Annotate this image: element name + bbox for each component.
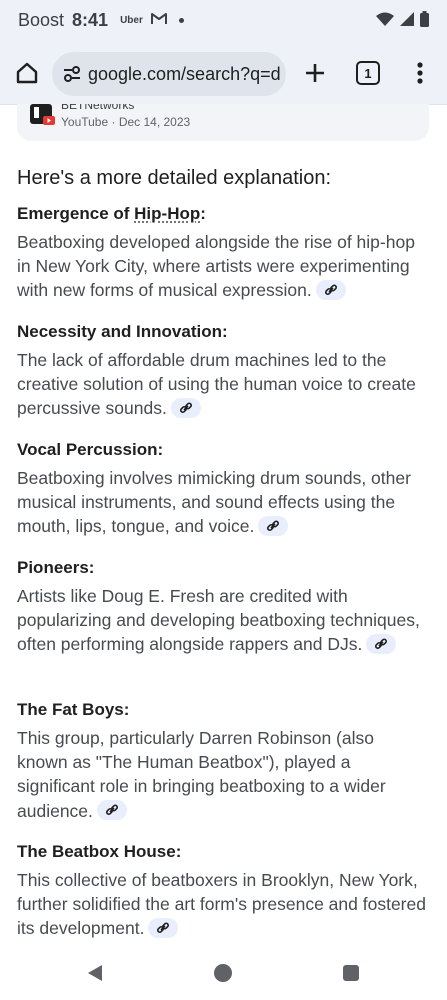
site-settings-icon[interactable] xyxy=(62,64,82,84)
dot-icon xyxy=(178,18,184,23)
section-title: The Beatbox House: xyxy=(17,842,182,861)
status-time: 8:41 xyxy=(72,10,109,30)
status-left: Boost 8:41 Uber xyxy=(18,10,184,31)
section-title: The Fat Boys: xyxy=(17,700,130,719)
section-body-text: Artists like Doug E. Fresh are credited … xyxy=(17,586,420,655)
section-body: Artists like Doug E. Fresh are credited … xyxy=(17,584,429,657)
section-body: The lack of affordable drum machines led… xyxy=(17,348,429,421)
recents-icon[interactable] xyxy=(343,965,359,981)
browser-toolbar: google.com/search?q=d 1 xyxy=(0,44,447,105)
signal-icon xyxy=(400,12,414,31)
new-tab-icon[interactable] xyxy=(300,58,330,88)
link-icon[interactable] xyxy=(96,799,127,820)
section-body-text: Beatboxing developed alongside the rise … xyxy=(17,232,415,301)
section-body-text: This group, particularly Darren Robinson… xyxy=(17,728,386,821)
url-text[interactable]: google.com/search?q=d xyxy=(88,64,281,85)
section-body: Beatboxing developed alongside the rise … xyxy=(17,230,429,303)
section-title: Vocal Percussion: xyxy=(17,440,164,459)
tab-count: 1 xyxy=(364,65,372,81)
youtube-channel-logo xyxy=(30,104,55,126)
tab-switcher-button[interactable]: 1 xyxy=(356,61,380,85)
link-icon[interactable] xyxy=(258,515,289,536)
section-body-text: Beatboxing involves mimicking drum sound… xyxy=(17,468,411,537)
intro-heading: Here's a more detailed explanation: xyxy=(17,167,332,189)
kebab-menu-icon[interactable] xyxy=(408,58,432,88)
link-icon[interactable] xyxy=(170,397,201,418)
battery-icon xyxy=(420,11,429,32)
source-card[interactable]: BETNetworks YouTube · Dec 14, 2023 xyxy=(17,104,429,141)
back-icon[interactable] xyxy=(86,964,104,982)
url-bar[interactable]: google.com/search?q=d xyxy=(52,52,286,96)
section-beatbox-house: The Beatbox House: This collective of be… xyxy=(17,840,429,941)
section-body-text: This collective of beatboxers in Brookly… xyxy=(17,870,426,939)
section-title-colon: : xyxy=(200,204,206,223)
uber-icon: Uber xyxy=(120,15,143,26)
source-name: BETNetworks xyxy=(61,104,135,112)
section-title-text: Emergence of xyxy=(17,204,135,223)
home-icon[interactable] xyxy=(12,58,42,88)
system-nav-bar xyxy=(0,944,447,1000)
ai-overview-content: Here's a more detailed explanation: xyxy=(17,164,429,192)
status-right xyxy=(376,11,429,32)
section-title: Emergence of Hip-Hop: xyxy=(17,202,429,226)
carrier-name: Boost xyxy=(18,10,65,30)
section-emergence: Emergence of Hip-Hop: Beatboxing develop… xyxy=(17,202,429,303)
section-title: Pioneers: xyxy=(17,558,95,577)
section-pioneers: Pioneers: Artists like Doug E. Fresh are… xyxy=(17,556,429,657)
gmail-icon xyxy=(150,12,167,29)
section-title: Necessity and Innovation: xyxy=(17,322,228,341)
section-body: Beatboxing involves mimicking drum sound… xyxy=(17,466,429,539)
link-icon[interactable] xyxy=(148,917,179,938)
section-vocal-percussion: Vocal Percussion: Beatboxing involves mi… xyxy=(17,438,429,539)
section-body-text: The lack of affordable drum machines led… xyxy=(17,350,416,419)
section-necessity: Necessity and Innovation: The lack of af… xyxy=(17,320,429,421)
section-fat-boys: The Fat Boys: This group, particularly D… xyxy=(17,698,429,823)
wifi-icon xyxy=(376,12,394,31)
hip-hop-link[interactable]: Hip-Hop xyxy=(134,204,200,223)
section-body: This group, particularly Darren Robinson… xyxy=(17,726,429,823)
status-bar: Boost 8:41 Uber xyxy=(0,0,447,44)
home-circle-icon[interactable] xyxy=(214,964,232,982)
link-icon[interactable] xyxy=(315,279,346,300)
source-meta: YouTube · Dec 14, 2023 xyxy=(61,115,191,129)
section-body: This collective of beatboxers in Brookly… xyxy=(17,868,429,941)
link-icon[interactable] xyxy=(366,633,397,654)
